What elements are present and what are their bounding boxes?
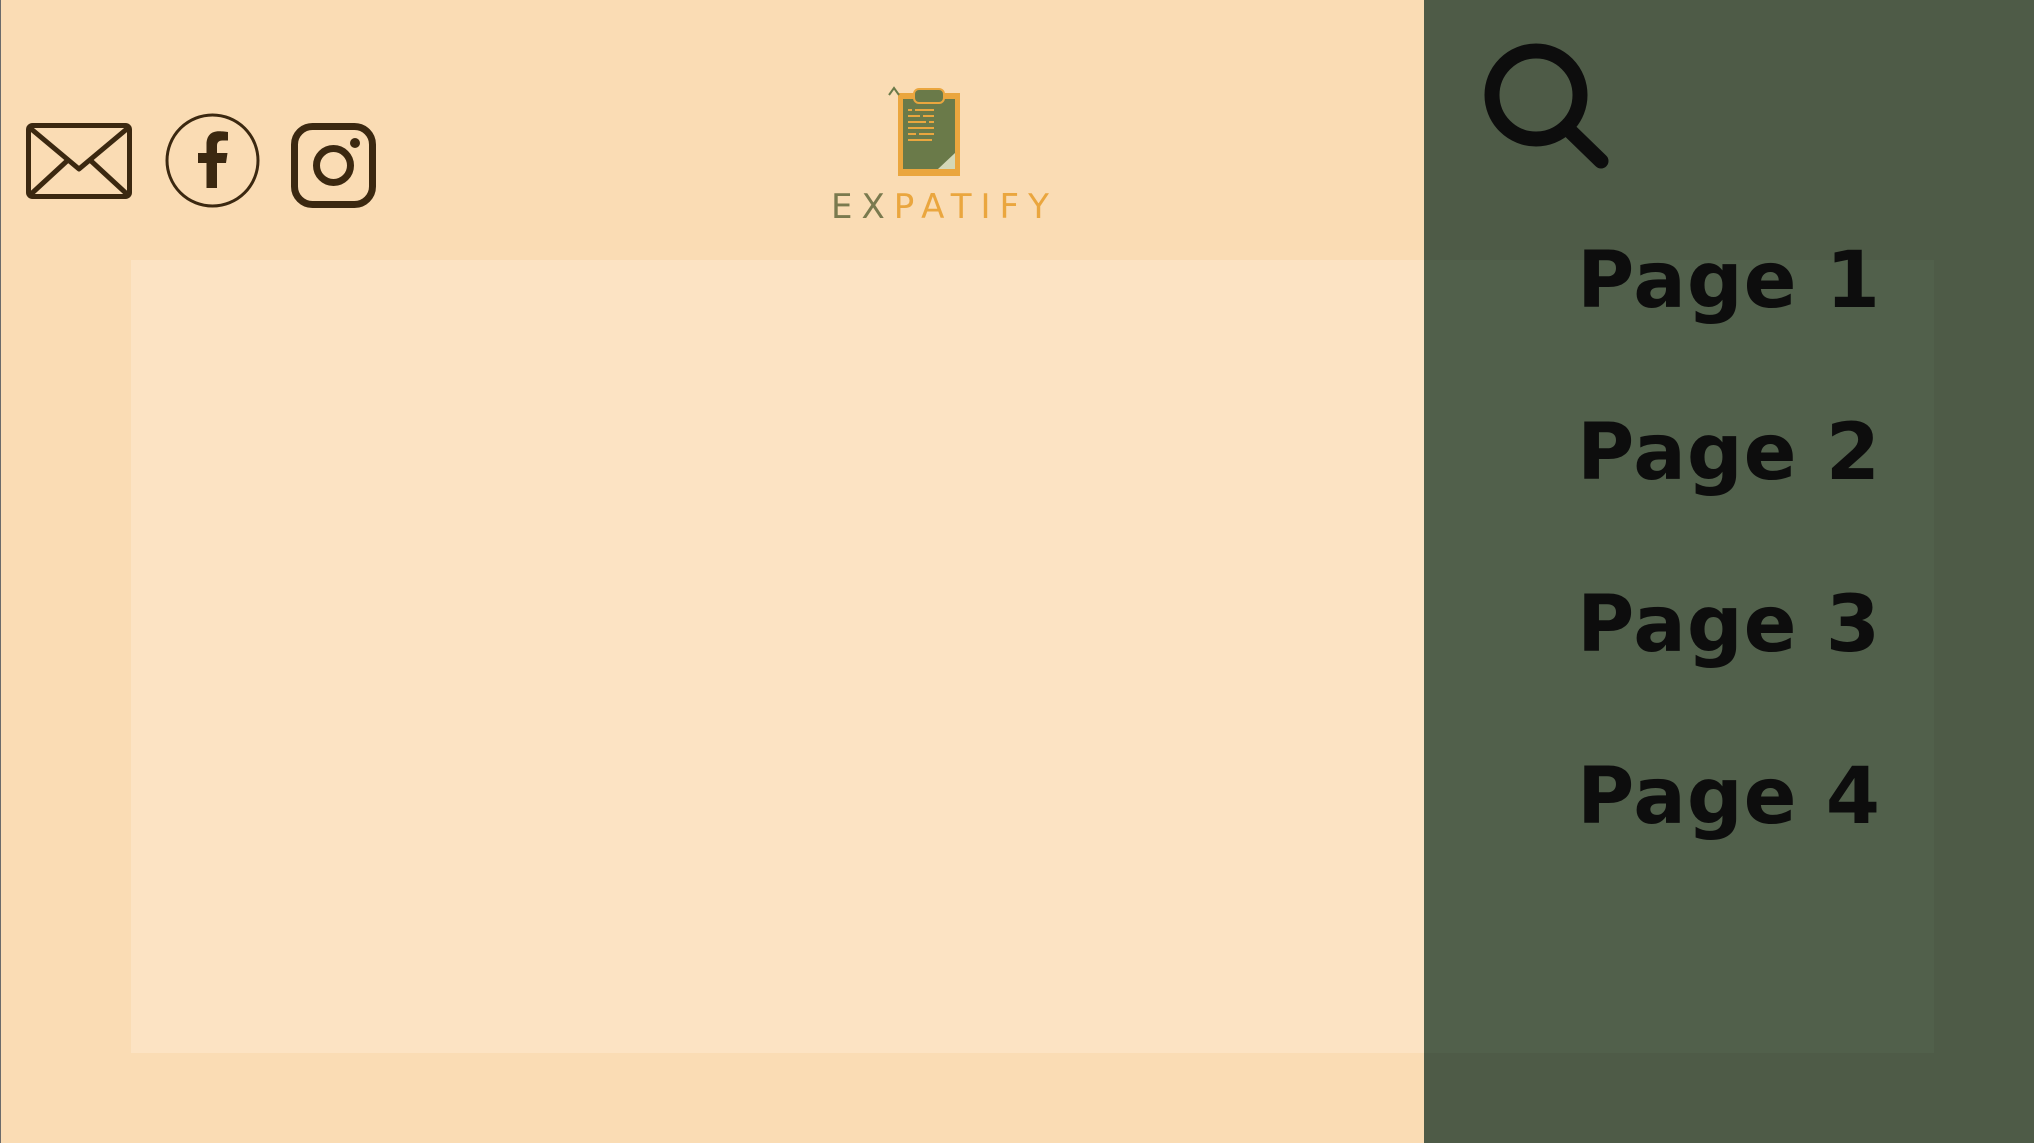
- brand-logo[interactable]: EXPATIFY: [831, 85, 1049, 230]
- facebook-icon[interactable]: [165, 113, 260, 208]
- page-background: EXPATIFY Page 1 Page 2 Page 3 Page 4: [0, 0, 2034, 1143]
- nav-item-page-2[interactable]: Page 2: [1577, 367, 1881, 539]
- clipboard-logo-icon: [888, 86, 960, 176]
- nav-menu: Page 1 Page 2 Page 3 Page 4: [1577, 195, 1881, 883]
- nav-item-page-4[interactable]: Page 4: [1577, 711, 1881, 883]
- nav-item-page-1[interactable]: Page 1: [1577, 195, 1881, 367]
- nav-item-page-3[interactable]: Page 3: [1577, 539, 1881, 711]
- brand-wordmark-part2: PATIFY: [893, 187, 1058, 227]
- brand-wordmark-part1: EX: [831, 187, 894, 227]
- instagram-icon[interactable]: [291, 123, 376, 208]
- brand-wordmark: EXPATIFY: [831, 185, 1049, 230]
- search-icon[interactable]: [1481, 40, 1611, 170]
- mail-icon[interactable]: [26, 123, 132, 199]
